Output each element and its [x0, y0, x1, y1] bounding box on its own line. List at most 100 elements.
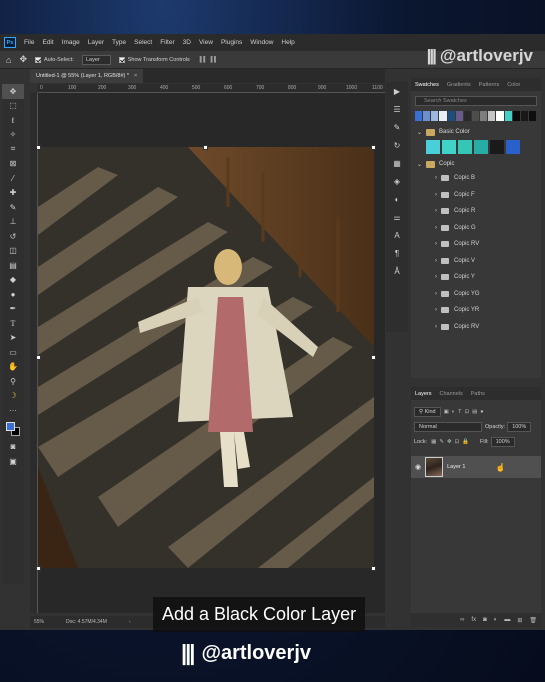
- color-swatch[interactable]: [488, 111, 496, 121]
- chevron-right-icon[interactable]: ›: [435, 192, 437, 198]
- color-swatches-icon[interactable]: [2, 418, 24, 440]
- chevron-right-icon[interactable]: ›: [435, 307, 437, 313]
- new-layer-icon[interactable]: ⊞: [517, 617, 522, 624]
- opacity-field[interactable]: 100%: [507, 421, 532, 432]
- pen-tool-icon[interactable]: ✒: [2, 302, 24, 317]
- blur-tool-icon[interactable]: ◆: [2, 273, 24, 288]
- canvas-area[interactable]: [36, 93, 385, 613]
- color-swatch[interactable]: [423, 111, 431, 121]
- menu-file[interactable]: File: [20, 39, 38, 46]
- color-swatch[interactable]: [458, 140, 472, 154]
- group-icon[interactable]: ▬: [504, 617, 510, 623]
- transform-handle[interactable]: [36, 566, 41, 571]
- menu-filter[interactable]: Filter: [156, 39, 178, 46]
- tab-channels[interactable]: Channels: [436, 391, 467, 397]
- color-swatch[interactable]: [415, 111, 423, 121]
- search-swatches-input[interactable]: Search Swatches: [415, 96, 537, 106]
- color-swatch[interactable]: [455, 111, 463, 121]
- magic-wand-tool-icon[interactable]: ✧: [2, 128, 24, 143]
- foreground-color-swatch[interactable]: [6, 421, 15, 431]
- menu-layer[interactable]: Layer: [84, 39, 108, 46]
- color-swatch[interactable]: [471, 111, 480, 121]
- eyedropper-tool-icon[interactable]: ⁄: [2, 171, 24, 186]
- layer-name[interactable]: Layer 1: [447, 464, 465, 470]
- chevron-right-icon[interactable]: ›: [435, 241, 437, 247]
- brush-tool-icon[interactable]: ✎: [2, 200, 24, 215]
- blend-mode-dropdown[interactable]: Normal: [414, 421, 482, 432]
- tab-patterns[interactable]: Patterns: [475, 82, 503, 88]
- sliders-icon[interactable]: ⚌: [386, 208, 408, 226]
- zoom-tool-icon[interactable]: ⚲: [2, 374, 24, 389]
- character-icon[interactable]: A: [386, 226, 408, 244]
- menu-help[interactable]: Help: [277, 39, 298, 46]
- layer-row[interactable]: ◉ Layer 1 ☝: [411, 456, 541, 478]
- zoom-level[interactable]: 55%: [34, 619, 44, 625]
- fx-icon[interactable]: fx: [471, 617, 476, 623]
- hand-tool-icon[interactable]: ✋: [2, 360, 24, 375]
- chevron-right-icon[interactable]: ›: [435, 258, 437, 264]
- menu-3d[interactable]: 3D: [179, 39, 195, 46]
- properties-icon[interactable]: ▦: [386, 154, 408, 172]
- transform-handle[interactable]: [36, 355, 41, 360]
- color-swatch[interactable]: [474, 140, 488, 154]
- history-brush-tool-icon[interactable]: ↺: [2, 229, 24, 244]
- color-swatch[interactable]: [528, 111, 537, 121]
- chevron-right-icon[interactable]: ›: [435, 324, 437, 330]
- 3d-icon[interactable]: ◈: [386, 172, 408, 190]
- transform-handle[interactable]: [36, 145, 41, 150]
- status-arrow-icon[interactable]: ›: [129, 619, 131, 625]
- home-icon[interactable]: ⌂: [6, 55, 11, 65]
- chevron-right-icon[interactable]: ›: [435, 208, 437, 214]
- color-swatch[interactable]: [439, 111, 447, 121]
- kind-filter-dropdown[interactable]: ⚲ Kind: [414, 406, 441, 417]
- copic-group[interactable]: ⌄ Copic: [411, 158, 541, 170]
- transform-handle[interactable]: [371, 355, 376, 360]
- color-swatch[interactable]: [447, 111, 455, 121]
- copic-subfolder[interactable]: › Copic R: [411, 203, 541, 220]
- chevron-down-icon[interactable]: ⌄: [417, 161, 422, 168]
- show-transform-option[interactable]: Show Transform Controls: [118, 56, 190, 63]
- tab-gradients[interactable]: Gradients: [443, 82, 475, 88]
- document-tab[interactable]: Untitled-1 @ 55% (Layer 1, RGB/8#) * ×: [30, 69, 144, 83]
- paragraph-icon[interactable]: ¶: [386, 244, 408, 262]
- copic-subfolder[interactable]: › Copic G: [411, 220, 541, 237]
- menu-type[interactable]: Type: [108, 39, 130, 46]
- copic-subfolder[interactable]: › Copic V: [411, 253, 541, 270]
- transform-handle[interactable]: [203, 145, 208, 150]
- chevron-right-icon[interactable]: ›: [435, 175, 437, 181]
- color-swatch[interactable]: [504, 111, 512, 121]
- gradient-tool-icon[interactable]: ▤: [2, 258, 24, 273]
- menu-select[interactable]: Select: [130, 39, 156, 46]
- color-swatch[interactable]: [431, 111, 439, 121]
- chevron-right-icon[interactable]: ›: [435, 225, 437, 231]
- copic-subfolder[interactable]: › Copic B: [411, 170, 541, 187]
- menu-image[interactable]: Image: [58, 39, 84, 46]
- tab-layers[interactable]: Layers: [411, 391, 436, 397]
- color-swatch[interactable]: [463, 111, 471, 121]
- mask-icon[interactable]: ◙: [483, 617, 487, 623]
- tab-color[interactable]: Color: [503, 82, 524, 88]
- align-icons[interactable]: ▐ ▌ ▐ ▌: [198, 57, 218, 63]
- link-icon[interactable]: ∞: [460, 617, 464, 623]
- fill-field[interactable]: 100%: [490, 436, 515, 447]
- screen-mode-icon[interactable]: ▣: [2, 454, 24, 469]
- close-icon[interactable]: ×: [134, 73, 137, 79]
- menu-window[interactable]: Window: [246, 39, 277, 46]
- color-swatch[interactable]: [512, 111, 520, 121]
- healing-tool-icon[interactable]: ✚: [2, 186, 24, 201]
- adjust-icon[interactable]: ☰: [386, 100, 408, 118]
- color-swatch[interactable]: [520, 111, 528, 121]
- brush-settings-icon[interactable]: ✎: [386, 118, 408, 136]
- banana-icon[interactable]: ☽: [2, 389, 24, 404]
- dodge-tool-icon[interactable]: ●: [2, 287, 24, 302]
- lock-icons[interactable]: ▦✎✥⊡🔒: [431, 439, 472, 445]
- glyphs-icon[interactable]: Å: [386, 262, 408, 280]
- color-swatch[interactable]: [506, 140, 520, 154]
- color-swatch[interactable]: [496, 111, 504, 121]
- chevron-down-icon[interactable]: ⌄: [417, 129, 422, 136]
- chevron-right-icon[interactable]: ›: [435, 291, 437, 297]
- play-icon[interactable]: ▶: [386, 82, 408, 100]
- rectangle-tool-icon[interactable]: ▭: [2, 345, 24, 360]
- auto-select-option[interactable]: Auto-Select:: [34, 56, 74, 63]
- filter-icons[interactable]: ▣◐T⊡▤●: [444, 409, 487, 415]
